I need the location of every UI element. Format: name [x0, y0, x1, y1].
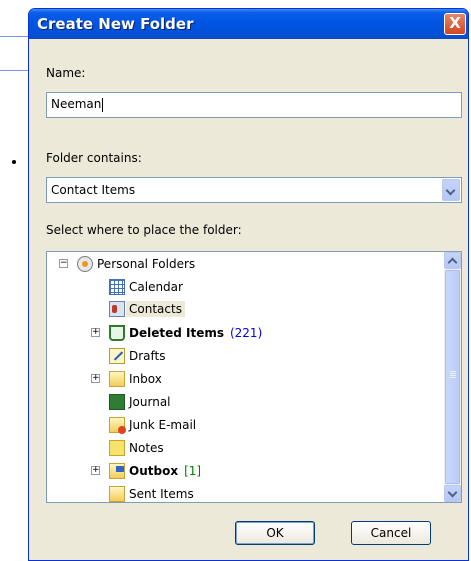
scroll-up-icon[interactable] — [444, 252, 461, 269]
dialog-title: Create New Folder — [37, 15, 194, 33]
text-caret — [102, 97, 104, 112]
background-line-bottom — [0, 70, 30, 71]
outbox-icon — [109, 463, 125, 479]
junk-email-icon — [109, 417, 126, 434]
folder-contains-value: Contact Items — [51, 183, 136, 197]
tree-item-journal[interactable]: Journal — [109, 391, 171, 413]
background-dot — [12, 160, 16, 164]
close-button[interactable]: X — [444, 13, 466, 35]
tree-item-drafts[interactable]: Drafts — [109, 345, 166, 367]
name-input-value: Neeman — [51, 97, 102, 111]
unread-count: (221) — [229, 326, 263, 340]
tree-item-label: Junk E-mail — [129, 418, 197, 432]
scroll-down-icon[interactable] — [444, 485, 461, 502]
chevron-down-icon[interactable] — [442, 179, 460, 201]
contacts-icon — [109, 301, 125, 317]
title-bar[interactable]: Create New Folder X — [29, 9, 468, 39]
tree-item-label: Inbox — [129, 372, 162, 386]
notes-icon — [109, 440, 125, 456]
name-label: Name: — [46, 66, 86, 80]
tree-item-inbox[interactable]: + Inbox — [91, 368, 162, 390]
tree-item-sent-items[interactable]: Sent Items — [109, 483, 194, 502]
vertical-scrollbar[interactable] — [444, 252, 461, 502]
scrollbar-thumb[interactable] — [445, 270, 460, 484]
ok-button[interactable]: OK — [235, 521, 315, 545]
name-input[interactable]: Neeman — [46, 92, 462, 118]
tree-item-outbox[interactable]: + Outbox [1] — [91, 460, 202, 482]
trash-icon — [109, 325, 125, 341]
tree-item-contacts[interactable]: Contacts — [109, 298, 185, 320]
unsent-count: [1] — [184, 464, 202, 478]
calendar-icon — [109, 279, 125, 295]
tree-item-deleted-items[interactable]: + Deleted Items (221) — [91, 322, 263, 344]
inbox-icon — [109, 371, 125, 387]
collapse-icon[interactable]: − — [59, 259, 68, 268]
tree-item-label: Drafts — [129, 349, 166, 363]
folder-tree[interactable]: − Personal Folders Calendar Contacts + D… — [46, 251, 462, 503]
folder-contains-label: Folder contains: — [46, 151, 142, 165]
folder-contains-select[interactable]: Contact Items — [46, 177, 462, 203]
place-folder-label: Select where to place the folder: — [46, 223, 242, 237]
tree-item-label: Sent Items — [129, 487, 194, 501]
expand-icon[interactable]: + — [91, 328, 100, 337]
grip-icon — [450, 371, 456, 372]
tree-item-calendar[interactable]: Calendar — [109, 276, 183, 298]
drafts-icon — [109, 348, 125, 364]
expand-icon[interactable]: + — [91, 466, 100, 475]
tree-item-label: Notes — [129, 441, 164, 455]
tree-item-notes[interactable]: Notes — [109, 437, 164, 459]
background-line-top — [0, 36, 30, 37]
create-new-folder-dialog: Create New Folder X Name: Neeman Folder … — [28, 8, 469, 561]
tree-item-label: Personal Folders — [97, 257, 196, 271]
tree-item-label: Outbox — [129, 464, 179, 478]
tree-item-label: Calendar — [129, 280, 183, 294]
expand-icon[interactable]: + — [91, 374, 100, 383]
personal-folders-icon — [77, 256, 93, 272]
journal-icon — [109, 394, 125, 410]
sent-items-icon — [109, 486, 125, 502]
tree-item-label: Contacts — [126, 301, 185, 317]
tree-item-label: Journal — [129, 395, 171, 409]
tree-item-junk-email[interactable]: Junk E-mail — [109, 414, 196, 436]
cancel-button[interactable]: Cancel — [351, 521, 431, 545]
tree-item-label: Deleted Items — [129, 326, 224, 340]
tree-item-personal-folders[interactable]: − Personal Folders — [59, 253, 196, 275]
